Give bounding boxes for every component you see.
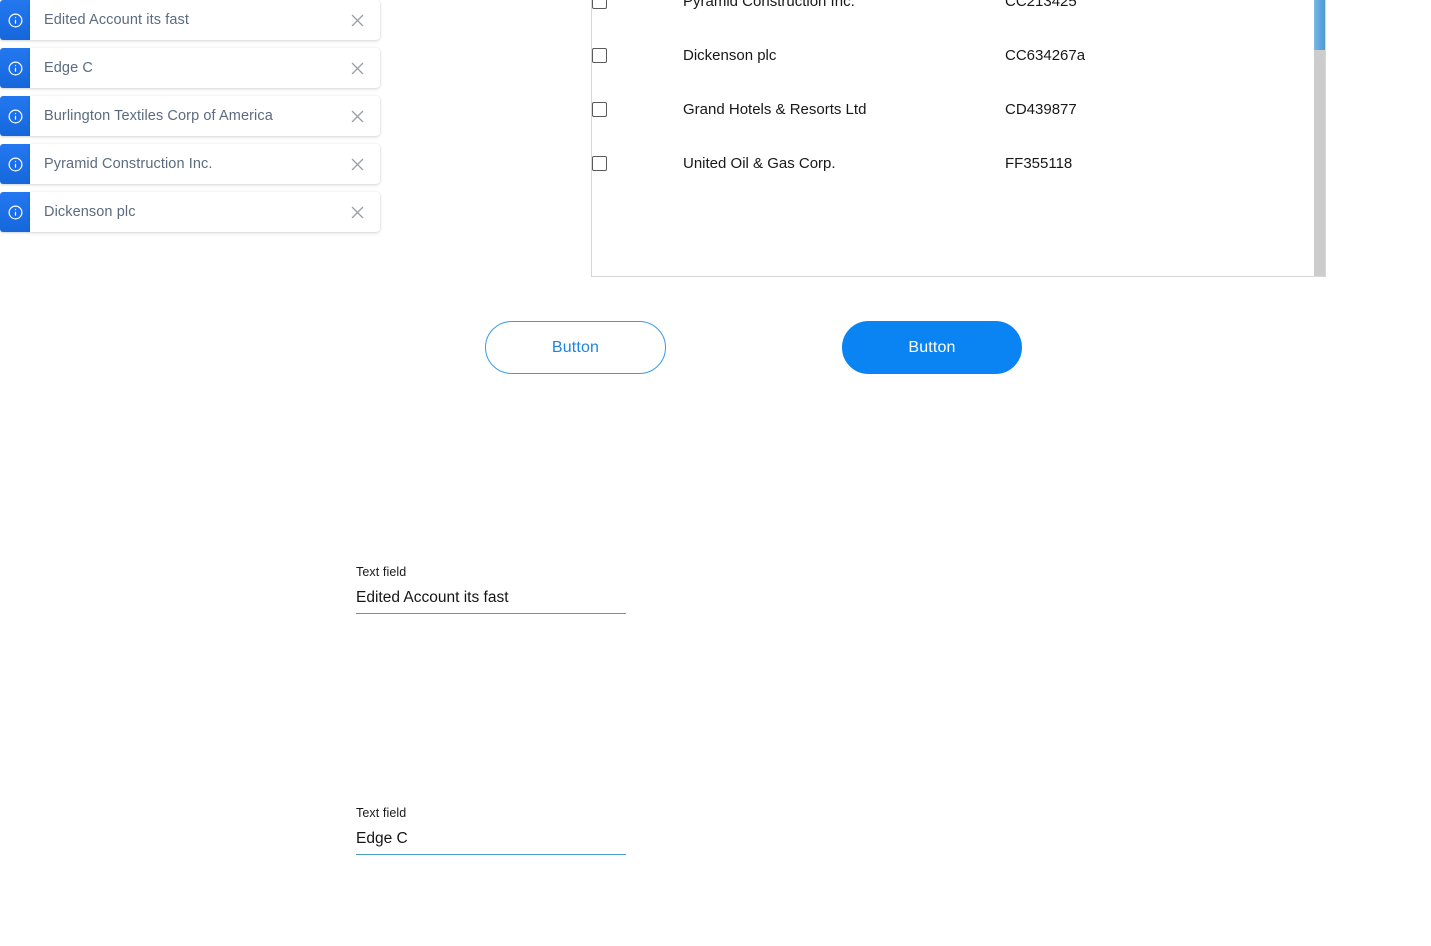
info-circle-icon bbox=[0, 192, 30, 232]
table-row[interactable]: Grand Hotels & Resorts Ltd CD439877 bbox=[592, 82, 1314, 136]
text-field-label: Text field bbox=[356, 565, 407, 579]
table-scroll-area: Burlington Textiles Corp of America CD65… bbox=[592, 0, 1314, 276]
toast-notification-stack: Edited Account its fast Edge C Burlingto… bbox=[0, 0, 380, 240]
text-field-input[interactable] bbox=[356, 830, 626, 855]
account-code-cell: CD439877 bbox=[1005, 100, 1077, 118]
row-select-cell bbox=[592, 28, 683, 82]
checkbox-unchecked-icon[interactable] bbox=[592, 101, 607, 117]
toast-notification[interactable]: Edited Account its fast bbox=[0, 0, 380, 40]
accounts-table-panel: Burlington Textiles Corp of America CD65… bbox=[591, 0, 1326, 277]
table-row[interactable]: Dickenson plc CC634267a bbox=[592, 28, 1314, 82]
secondary-button[interactable]: Button bbox=[485, 321, 666, 374]
toast-body: Pyramid Construction Inc. bbox=[30, 144, 380, 184]
row-select-cell bbox=[592, 136, 683, 190]
toast-message: Edge C bbox=[44, 60, 93, 76]
close-icon[interactable] bbox=[346, 201, 368, 223]
toast-body: Burlington Textiles Corp of America bbox=[30, 96, 380, 136]
button-row: Button Button bbox=[0, 321, 1431, 375]
toast-message: Burlington Textiles Corp of America bbox=[44, 108, 273, 124]
text-field-label: Text field bbox=[356, 806, 407, 820]
account-code-cell: FF355118 bbox=[1005, 154, 1073, 172]
row-select-cell bbox=[592, 82, 683, 136]
accounts-table: Burlington Textiles Corp of America CD65… bbox=[592, 0, 1314, 190]
info-circle-icon bbox=[0, 96, 30, 136]
account-code-cell: CC634267a bbox=[1005, 46, 1086, 64]
text-field-group: Text field bbox=[356, 565, 626, 614]
toast-body: Edge C bbox=[30, 48, 380, 88]
close-icon[interactable] bbox=[346, 9, 368, 31]
close-icon[interactable] bbox=[346, 105, 368, 127]
account-name-cell: Dickenson plc bbox=[683, 46, 777, 64]
account-code-cell: CC213425 bbox=[1005, 0, 1077, 10]
row-select-cell bbox=[592, 0, 683, 28]
toast-notification[interactable]: Dickenson plc bbox=[0, 192, 380, 232]
toast-message: Edited Account its fast bbox=[44, 12, 189, 28]
toast-notification[interactable]: Burlington Textiles Corp of America bbox=[0, 96, 380, 136]
table-scrollbar-thumb[interactable] bbox=[1314, 0, 1325, 50]
toast-body: Dickenson plc bbox=[30, 192, 380, 232]
toast-body: Edited Account its fast bbox=[30, 0, 380, 40]
table-scrollbar-track[interactable] bbox=[1314, 0, 1325, 276]
toast-notification[interactable]: Edge C bbox=[0, 48, 380, 88]
info-circle-icon bbox=[0, 0, 30, 40]
toast-message: Pyramid Construction Inc. bbox=[44, 156, 213, 172]
toast-notification[interactable]: Pyramid Construction Inc. bbox=[0, 144, 380, 184]
info-circle-icon bbox=[0, 144, 30, 184]
text-field-group: Text field bbox=[356, 806, 626, 855]
text-field-input[interactable] bbox=[356, 589, 626, 614]
table-row[interactable]: United Oil & Gas Corp. FF355118 bbox=[592, 136, 1314, 190]
close-icon[interactable] bbox=[346, 153, 368, 175]
account-name-cell: Pyramid Construction Inc. bbox=[683, 0, 855, 10]
account-name-cell: Grand Hotels & Resorts Ltd bbox=[683, 100, 867, 118]
info-circle-icon bbox=[0, 48, 30, 88]
close-icon[interactable] bbox=[346, 57, 368, 79]
toast-message: Dickenson plc bbox=[44, 204, 136, 220]
checkbox-unchecked-icon[interactable] bbox=[592, 47, 607, 63]
checkbox-unchecked-icon[interactable] bbox=[592, 0, 607, 9]
account-name-cell: United Oil & Gas Corp. bbox=[683, 154, 836, 172]
checkbox-unchecked-icon[interactable] bbox=[592, 155, 607, 171]
table-row[interactable]: Pyramid Construction Inc. CC213425 bbox=[592, 0, 1314, 28]
primary-button[interactable]: Button bbox=[842, 321, 1022, 374]
